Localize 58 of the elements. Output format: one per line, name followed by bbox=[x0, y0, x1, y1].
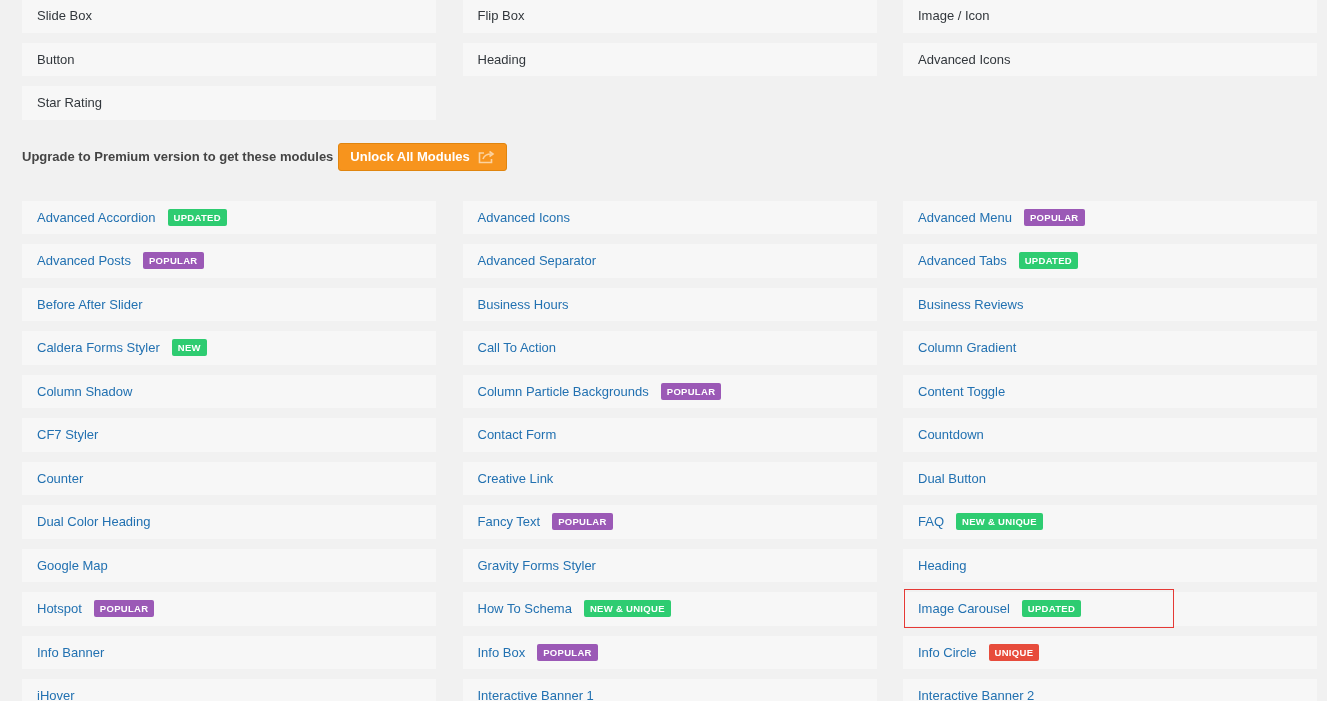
module-name: Button bbox=[37, 50, 75, 69]
status-tag: POPULAR bbox=[660, 382, 722, 400]
status-tag: NEW bbox=[171, 339, 207, 357]
module-link[interactable]: Contact Form bbox=[477, 425, 557, 445]
module-link[interactable]: Heading bbox=[918, 555, 967, 575]
module-name: Image / Icon bbox=[918, 7, 990, 25]
module-link[interactable]: Info Banner bbox=[37, 642, 105, 662]
status-tag: UNIQUE bbox=[988, 643, 1040, 661]
status-tag: POPULAR bbox=[537, 643, 598, 661]
module-link[interactable]: CF7 Styler bbox=[37, 425, 99, 445]
module-link[interactable]: Creative Link bbox=[477, 468, 554, 488]
module-link[interactable]: Advanced Menu bbox=[918, 207, 1012, 227]
module-link[interactable]: Interactive Banner 1 bbox=[477, 686, 594, 701]
box-arrow-icon bbox=[477, 149, 495, 164]
module-link[interactable]: Advanced Posts bbox=[37, 251, 131, 271]
module-link[interactable]: Info Circle bbox=[918, 642, 977, 662]
module-link[interactable]: Fancy Text bbox=[477, 512, 541, 532]
module-name: Heading bbox=[477, 50, 526, 69]
module-link[interactable]: Column Particle Backgrounds bbox=[477, 381, 649, 401]
module-name: Slide Box bbox=[37, 7, 92, 25]
module-link[interactable]: Advanced Icons bbox=[477, 207, 570, 227]
module-name: Advanced Icons bbox=[918, 50, 1011, 69]
module-link[interactable]: Advanced Tabs bbox=[918, 251, 1007, 271]
module-name: Flip Box bbox=[477, 7, 525, 25]
module-name: Star Rating bbox=[37, 94, 103, 112]
module-link[interactable]: Interactive Banner 2 bbox=[918, 686, 1035, 701]
module-link[interactable]: Info Box bbox=[477, 642, 526, 662]
module-link[interactable]: Image Carousel bbox=[918, 599, 1010, 619]
module-link[interactable]: Before After Slider bbox=[37, 294, 143, 314]
module-link[interactable]: Dual Color Heading bbox=[37, 512, 151, 532]
module-link[interactable]: Countdown bbox=[918, 425, 984, 445]
module-link[interactable]: Business Reviews bbox=[918, 294, 1024, 314]
module-link[interactable]: Dual Button bbox=[918, 468, 986, 488]
module-link[interactable]: Business Hours bbox=[477, 294, 569, 314]
status-tag: POPULAR bbox=[142, 252, 204, 270]
module-link[interactable]: Column Shadow bbox=[37, 381, 133, 401]
module-link[interactable]: How To Schema bbox=[477, 599, 572, 619]
status-tag: UPDATED bbox=[167, 208, 227, 226]
upgrade-message: Upgrade to Premium version to get these modules bbox=[22, 147, 334, 166]
module-link[interactable]: Content Toggle bbox=[918, 381, 1006, 401]
module-link[interactable]: Call To Action bbox=[477, 338, 557, 358]
status-tag: UPDATED bbox=[1018, 252, 1078, 270]
module-link[interactable]: Column Gradient bbox=[918, 338, 1017, 358]
status-tag: POPULAR bbox=[552, 513, 613, 531]
status-tag: NEW & UNIQUE bbox=[956, 513, 1043, 531]
module-link[interactable]: iHover bbox=[37, 686, 75, 701]
module-link[interactable]: Advanced Separator bbox=[477, 251, 597, 271]
module-link[interactable]: Counter bbox=[37, 468, 84, 488]
module-link[interactable]: Gravity Forms Styler bbox=[477, 555, 596, 575]
module-link[interactable]: FAQ bbox=[918, 512, 944, 532]
module-link[interactable]: Hotspot bbox=[37, 599, 82, 619]
status-tag: UPDATED bbox=[1021, 600, 1082, 618]
module-link[interactable]: Google Map bbox=[37, 555, 108, 575]
status-tag: NEW & UNIQUE bbox=[583, 600, 671, 618]
module-link[interactable]: Advanced Accordion bbox=[37, 207, 156, 227]
status-tag: POPULAR bbox=[1023, 208, 1085, 226]
status-tag: POPULAR bbox=[93, 600, 155, 618]
module-link[interactable]: Caldera Forms Styler bbox=[37, 338, 160, 358]
